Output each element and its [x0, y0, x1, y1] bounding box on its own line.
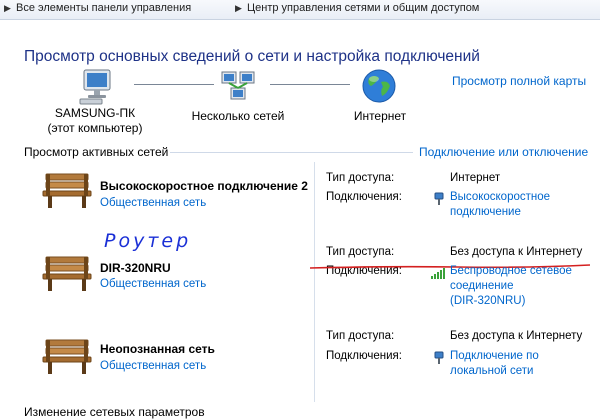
connections-label: Подключения:	[326, 350, 402, 362]
handwritten-router-annotation: Роутер	[104, 230, 192, 252]
chevron-right-icon[interactable]: ▶	[4, 3, 11, 14]
connection-link-line[interactable]: Подключение по	[450, 349, 539, 364]
bench-icon	[42, 255, 92, 293]
computer-name: SAMSUNG-ПК	[54, 106, 136, 120]
change-network-settings-heading: Изменение сетевых параметров	[24, 405, 205, 419]
breadcrumb-item-control-panel[interactable]: Все элементы панели управления	[16, 2, 191, 14]
page-title: Просмотр основных сведений о сети и наст…	[24, 48, 480, 65]
section-divider	[170, 152, 413, 153]
map-link-line	[270, 84, 350, 85]
view-full-map-link[interactable]: Просмотр полной карты	[452, 74, 586, 88]
breadcrumb-item-network-center[interactable]: Центр управления сетями и общим доступом	[247, 2, 479, 14]
connection-link[interactable]: Беспроводное сетевое соединение (DIR-320…	[450, 264, 572, 309]
connection-link-line[interactable]: соединение	[450, 279, 572, 294]
globe-icon[interactable]	[361, 68, 397, 104]
connection-link[interactable]: Подключение по локальной сети	[450, 349, 539, 379]
access-type-value: Без доступа к Интернету	[450, 330, 583, 342]
breadcrumb: ▶ Все элементы панели управления ▶ Центр…	[0, 0, 600, 20]
connections-label: Подключения:	[326, 191, 402, 203]
access-type-value: Интернет	[450, 172, 501, 184]
access-type-label: Тип доступа:	[326, 172, 395, 184]
connection-link-line[interactable]: подключение	[450, 205, 550, 220]
wired-connection-icon	[434, 351, 444, 365]
connection-link-line[interactable]: (DIR-320NRU)	[450, 294, 572, 309]
network-type-link[interactable]: Общественная сеть	[100, 197, 206, 209]
chevron-right-icon[interactable]: ▶	[235, 3, 242, 14]
network-name: Высокоскоростное подключение 2	[100, 179, 308, 193]
connection-link-line[interactable]: Беспроводное сетевое	[450, 264, 572, 279]
internet-label: Интернет	[353, 109, 407, 123]
column-divider	[314, 162, 315, 402]
access-type-value: Без доступа к Интернету	[450, 246, 583, 258]
connection-link[interactable]: Высокоскоростное подключение	[450, 190, 550, 220]
active-networks-heading: Просмотр активных сетей	[24, 145, 169, 159]
network-name: DIR-320NRU	[100, 261, 171, 275]
connection-link-line[interactable]: Высокоскоростное	[450, 190, 550, 205]
connect-disconnect-link[interactable]: Подключение или отключение	[419, 145, 588, 159]
computer-subtitle: (этот компьютер)	[47, 121, 143, 135]
map-link-line	[134, 84, 214, 85]
networks-label: Несколько сетей	[191, 109, 285, 123]
access-type-label: Тип доступа:	[326, 330, 395, 342]
computer-icon	[78, 68, 118, 106]
bench-icon	[42, 172, 92, 210]
connection-link-line[interactable]: локальной сети	[450, 364, 539, 379]
access-type-label: Тип доступа:	[326, 246, 395, 258]
bench-icon	[42, 338, 92, 376]
wifi-signal-icon	[431, 266, 445, 279]
multiple-networks-icon[interactable]	[218, 68, 258, 106]
network-type-link[interactable]: Общественная сеть	[100, 278, 206, 290]
wired-connection-icon	[434, 192, 444, 206]
network-name: Неопознанная сеть	[100, 342, 215, 356]
network-type-link[interactable]: Общественная сеть	[100, 360, 206, 372]
